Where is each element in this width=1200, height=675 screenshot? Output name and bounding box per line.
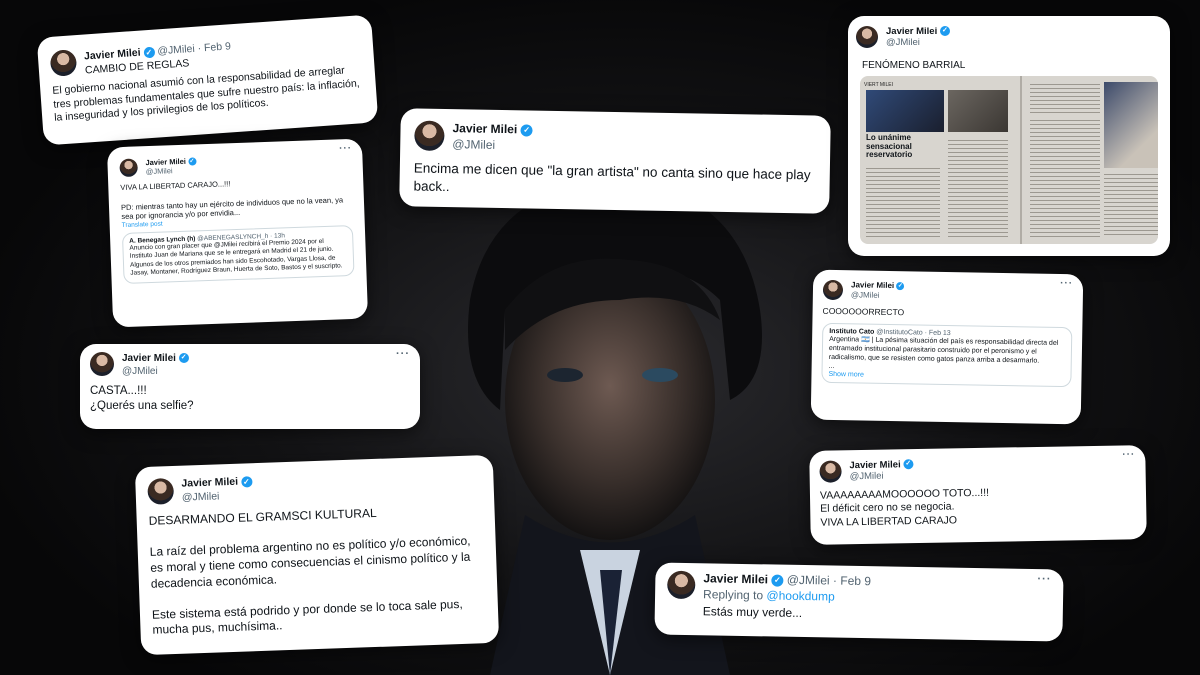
- quoted-tweet[interactable]: Instituto Cato @InstitutoCato · Feb 13 A…: [821, 322, 1073, 388]
- author-name[interactable]: Javier Milei: [886, 26, 937, 37]
- author-name[interactable]: Javier Milei: [849, 459, 900, 471]
- tweet-correcto[interactable]: ··· Javier Milei ✓ @JMilei COOOOOORRECTO…: [810, 269, 1084, 425]
- text-column: [1030, 119, 1100, 238]
- verified-badge-icon: ✓: [187, 157, 197, 166]
- more-dots-icon[interactable]: ···: [1037, 573, 1051, 585]
- avatar[interactable]: [819, 460, 842, 483]
- verified-badge-icon: ✓: [896, 281, 905, 291]
- verified-badge-icon: ✓: [520, 124, 533, 137]
- more-dots-icon[interactable]: ···: [339, 143, 352, 154]
- author-handle[interactable]: @JMilei: [146, 166, 173, 176]
- avatar[interactable]: [49, 49, 78, 77]
- page-fold: [1020, 75, 1022, 244]
- photo-block: [866, 89, 944, 132]
- author-name[interactable]: Javier Milei: [452, 121, 517, 136]
- author-handle[interactable]: @JMilei: [122, 366, 158, 377]
- newspaper-headline: Lo unánime sensacional reservatorio: [866, 132, 913, 160]
- reply-to-handle[interactable]: @hookdump: [766, 588, 834, 603]
- tweet-casta[interactable]: ··· Javier Milei ✓ @JMilei CASTA...!!! ¿…: [80, 344, 420, 429]
- avatar[interactable]: [90, 352, 114, 376]
- avatar[interactable]: [414, 120, 445, 152]
- photo-block: [1104, 81, 1158, 168]
- tweet-fenomeno-barrial[interactable]: Javier Milei ✓ @JMilei FENÓMENO BARRIAL …: [848, 16, 1170, 256]
- verified-badge-icon: ✓: [939, 26, 950, 37]
- quoted-text: Anuncio con gran placer que @JMilei reci…: [129, 238, 343, 278]
- avatar[interactable]: [822, 279, 844, 301]
- text-column: [866, 167, 940, 238]
- tweet-cambio-de-reglas[interactable]: Javier Milei ✓ @JMilei · Feb 9 CAMBIO DE…: [36, 14, 379, 146]
- avatar[interactable]: [119, 158, 138, 178]
- tweet-text: COOOOOORRECTO: [822, 305, 905, 318]
- tweet-text: VAAAAAAAAMOOOOOO TOTO...!!! El déficit c…: [819, 486, 990, 529]
- author-handle[interactable]: @JMilei: [182, 490, 220, 503]
- tweet-text: Estás muy verde...: [702, 604, 803, 621]
- newspaper-image[interactable]: VIERT MILEI Lo unánime sensacional reser…: [860, 75, 1158, 244]
- tweet-date[interactable]: · Feb 9: [197, 40, 231, 54]
- text-column: [1030, 83, 1100, 114]
- more-dots-icon[interactable]: ···: [1122, 449, 1135, 460]
- tweet-desarmando-gramsci[interactable]: Javier Milei ✓ @JMilei DESARMANDO EL GRA…: [134, 454, 500, 656]
- verified-badge-icon: ✓: [178, 353, 189, 364]
- replying-to-label: Replying to: [702, 586, 764, 602]
- quoted-tweet[interactable]: A. Benegas Lynch (h) @ABENEGASLYNCH_h · …: [121, 224, 355, 284]
- author-handle[interactable]: @JMilei: [851, 290, 880, 299]
- tweet-text: Encima me dicen que "la gran artista" no…: [413, 160, 811, 194]
- author-handle[interactable]: @JMilei: [850, 471, 884, 483]
- tweet-estas-muy-verde[interactable]: ··· Javier Milei ✓ @JMilei · Feb 9 Reply…: [654, 562, 1064, 642]
- collage: Javier Milei ✓ @JMilei · Feb 9 CAMBIO DE…: [0, 0, 1200, 675]
- avatar[interactable]: [147, 477, 175, 505]
- author-name[interactable]: Javier Milei: [703, 571, 768, 586]
- tweet-viva-la-libertad[interactable]: ··· Javier Milei ✓ @JMilei VIVA LA LIBER…: [106, 138, 369, 328]
- author-name[interactable]: Javier Milei: [122, 353, 176, 364]
- text-column: [948, 139, 1008, 238]
- author-handle[interactable]: @JMilei: [157, 43, 195, 58]
- verified-badge-icon: ✓: [240, 475, 253, 488]
- avatar[interactable]: [856, 26, 878, 48]
- tweet-text: CASTA...!!! ¿Querés una selfie?: [90, 385, 194, 412]
- author-handle[interactable]: @JMilei: [787, 573, 830, 588]
- author-handle[interactable]: @JMilei: [886, 37, 920, 48]
- photo-block: [948, 89, 1008, 132]
- more-dots-icon[interactable]: ···: [1060, 278, 1073, 289]
- tweet-text: FENÓMENO BARRIAL: [862, 59, 966, 71]
- more-dots-icon[interactable]: ···: [396, 348, 410, 360]
- text-column: [1104, 173, 1158, 238]
- verified-badge-icon: ✓: [143, 46, 155, 59]
- tweet-date[interactable]: · Feb 9: [833, 574, 871, 589]
- quoted-text: Argentina 🇦🇷 | La pésima situación del p…: [828, 335, 1059, 371]
- author-name[interactable]: Javier Milei: [181, 476, 238, 490]
- tweet-vamos-toto[interactable]: ··· Javier Milei ✓ @JMilei VAAAAAAAAMOOO…: [809, 445, 1147, 545]
- verified-badge-icon: ✓: [771, 574, 784, 587]
- tweet-text: DESARMANDO EL GRAMSCI KULTURAL La raíz d…: [148, 506, 471, 638]
- author-name[interactable]: Javier Milei: [851, 280, 894, 290]
- author-handle[interactable]: @JMilei: [452, 137, 495, 152]
- tweet-gran-artista[interactable]: Javier Milei ✓ @JMilei Encima me dicen q…: [399, 108, 831, 214]
- verified-badge-icon: ✓: [903, 459, 914, 470]
- image-caption: VIERT MILEI: [864, 81, 893, 88]
- avatar[interactable]: [667, 570, 696, 600]
